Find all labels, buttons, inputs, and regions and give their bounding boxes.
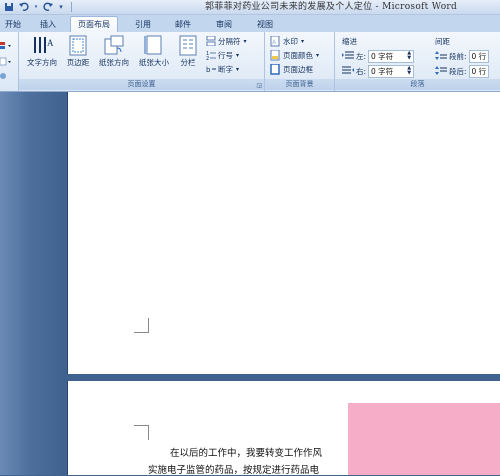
tab-mailings[interactable]: 邮件 (168, 17, 198, 32)
watermark-icon: A (270, 35, 280, 46)
indent-right-label: 右: (356, 66, 367, 76)
indent-right-value: 0 字符 (371, 66, 394, 76)
customize-icon[interactable]: ▾ (57, 1, 65, 13)
margin-corner-marker (134, 425, 149, 440)
text-direction-icon: A (34, 37, 53, 53)
spacing-after-icon (435, 66, 447, 75)
indent-right-spinner[interactable]: 0 字符 ▲ ▼ (368, 64, 415, 78)
margins-icon (69, 35, 87, 56)
svg-text:b: b (206, 66, 211, 74)
spacing-before-label: 段前: (449, 51, 467, 61)
indent-right-row: 右: 0 字符 ▲ ▼ (342, 64, 415, 78)
chevron-down-icon: ▾ (243, 37, 247, 45)
orientation-label: 纸张方向 (99, 58, 129, 67)
line-numbers-label: 行号 (218, 50, 233, 60)
spacing-before-row: 段前: 0 行 (435, 49, 490, 63)
spacing-before-value: 0 行 (471, 51, 487, 61)
margin-corner-marker (134, 318, 149, 333)
theme-effects-icon[interactable] (0, 66, 12, 85)
document-text-line: 实施电子监管的药品，按规定进行药品电 (148, 465, 320, 476)
tab-review[interactable]: 审阅 (209, 17, 239, 32)
hyphenation-button[interactable]: b 断字 ▾ (206, 62, 239, 76)
spacing-after-row: 段后: 0 行 (435, 64, 490, 78)
page-background-group-label: 页面背景 (265, 79, 334, 90)
svg-text:2: 2 (206, 56, 209, 60)
tab-home[interactable]: 开始 (0, 17, 26, 32)
page-setup-group-label: 页面设置 (19, 79, 264, 90)
page-color-icon (270, 49, 280, 60)
spacing-after-value: 0 行 (471, 66, 487, 76)
tab-view[interactable]: 视图 (250, 17, 280, 32)
page-borders-button[interactable]: 页面边框 (270, 62, 313, 76)
chevron-down-icon: ▾ (301, 37, 305, 45)
ribbon-tab-bar: 开始 插入 页面布局 引用 邮件 审阅 视图 (0, 15, 500, 33)
line-numbers-button[interactable]: 12 行号 ▾ (206, 48, 239, 62)
qat-separator (71, 2, 72, 12)
indent-left-label: 左: (356, 51, 367, 61)
chevron-down-icon: ▾ (236, 51, 240, 59)
tab-references[interactable]: 引用 (128, 17, 158, 32)
hyphenation-icon: b (206, 66, 216, 74)
indent-right-icon (342, 66, 354, 74)
page-background-group: A 水印 ▾ 页面颜色 ▾ 页面边框 页面背景 (265, 32, 335, 91)
svg-text:A: A (47, 38, 53, 48)
spinner-arrows-icon[interactable]: ▲ ▼ (407, 51, 411, 61)
undo-icon[interactable] (18, 1, 30, 13)
window-title: 郭菲菲对药业公司未来的发展及个人定位 - Microsoft Word (205, 2, 458, 12)
spacing-after-label: 段后: (449, 66, 467, 76)
watermark-button[interactable]: A 水印 ▾ (270, 34, 304, 48)
page-setup-dialog-launcher-icon[interactable]: ◲ (256, 82, 262, 89)
indent-left-icon (342, 51, 354, 59)
size-label: 纸张大小 (139, 58, 169, 67)
page-borders-icon (270, 63, 280, 75)
page-borders-label: 页面边框 (283, 64, 313, 74)
indent-left-row: 左: 0 字符 ▲ ▼ (342, 49, 415, 63)
page-color-button[interactable]: 页面颜色 ▾ (270, 48, 319, 62)
indent-heading: 缩进 (342, 36, 357, 46)
tab-page-layout[interactable]: 页面布局 (70, 16, 118, 33)
paragraph-group: 缩进 左: 0 字符 ▲ ▼ 右: 0 字符 ▲ ▼ 间距 段前: 0 行 段后: 0 … (335, 32, 500, 91)
themes-group (0, 32, 19, 91)
watermark-label: 水印 (283, 36, 298, 46)
redo-icon[interactable] (42, 1, 54, 13)
margins-label: 页边距 (66, 58, 90, 67)
save-icon[interactable] (3, 1, 15, 13)
quick-access-toolbar: ▾ ▾ (0, 0, 72, 14)
columns-icon (179, 35, 197, 56)
watermark-overlay (348, 403, 500, 475)
spinner-arrows-icon[interactable]: ▲ ▼ (407, 66, 411, 76)
paragraph-group-label: 段落 (335, 79, 500, 90)
spacing-heading: 间距 (435, 36, 450, 46)
breaks-icon (206, 36, 216, 46)
chevron-down-icon: ▾ (236, 65, 240, 73)
spacing-after-spinner[interactable]: 0 行 (468, 64, 490, 78)
indent-left-value: 0 字符 (371, 51, 394, 61)
columns-label: 分栏 (180, 58, 196, 67)
indent-left-spinner[interactable]: 0 字符 ▲ ▼ (368, 49, 415, 63)
hyphenation-label: 断字 (218, 64, 233, 74)
spacing-before-spinner[interactable]: 0 行 (468, 49, 490, 63)
undo-dropdown-icon[interactable]: ▾ (33, 1, 39, 13)
breaks-label: 分隔符 (218, 36, 241, 46)
line-numbers-icon: 12 (206, 51, 216, 60)
document-text-line: 在以后的工作中，我要转变工作作风 (170, 448, 323, 459)
document-page[interactable] (67, 92, 500, 374)
chevron-down-icon: ▾ (316, 51, 320, 59)
orientation-icon (104, 35, 124, 55)
breaks-button[interactable]: 分隔符 ▾ (206, 34, 247, 48)
tab-insert[interactable]: 插入 (33, 17, 63, 32)
title-bar: ▾ ▾ 郭菲菲对药业公司未来的发展及个人定位 - Microsoft Word (0, 0, 500, 15)
spacing-before-icon (435, 51, 447, 60)
page-setup-group: A 文字方向 ▾ 页边距 ▾ 纸张方向 ▾ (19, 32, 265, 91)
page-size-icon (144, 35, 162, 55)
page-color-label: 页面颜色 (283, 50, 313, 60)
ribbon: A 文字方向 ▾ 页边距 ▾ 纸张方向 ▾ (0, 32, 500, 92)
text-direction-label: 文字方向 (27, 58, 57, 67)
